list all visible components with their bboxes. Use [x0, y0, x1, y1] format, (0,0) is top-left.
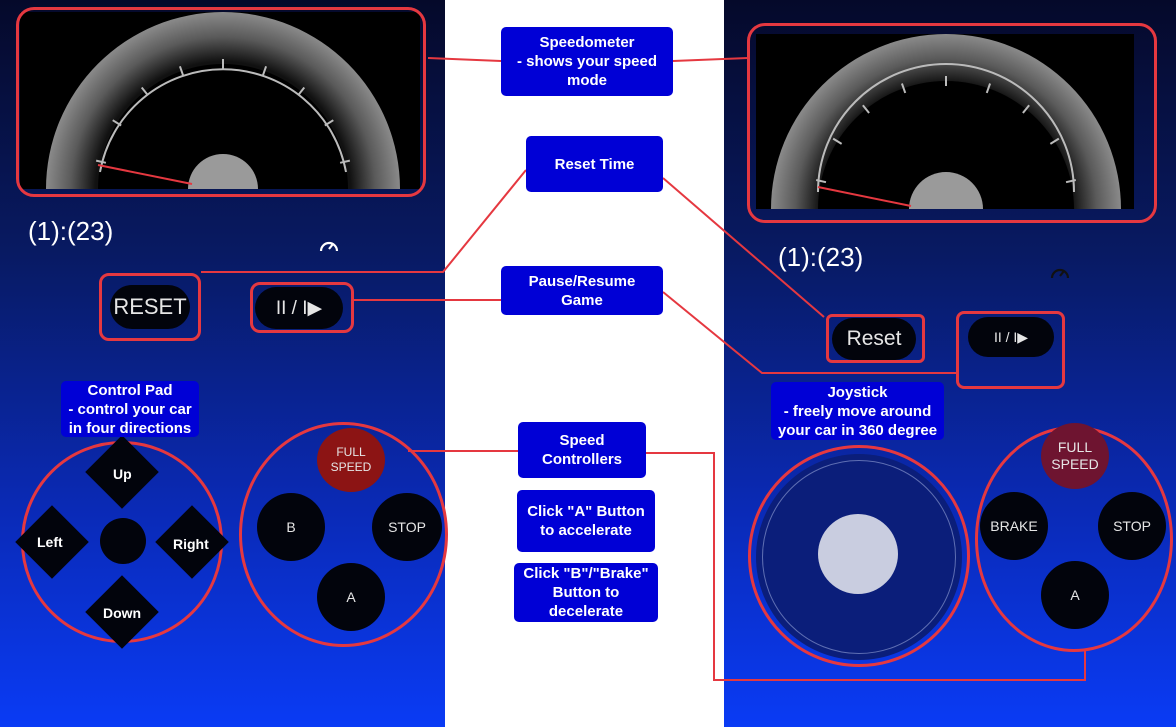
- dpad-center: [100, 518, 146, 564]
- left-full-speed-button[interactable]: FULL SPEED: [317, 428, 385, 492]
- right-stop-button[interactable]: STOP: [1098, 492, 1166, 560]
- left-b-button[interactable]: B: [257, 493, 325, 561]
- left-pause-highlight: [250, 282, 354, 333]
- left-a-button[interactable]: A: [317, 563, 385, 631]
- callout-reset-time: Reset Time: [526, 136, 663, 192]
- callout-control-pad: Control Pad - control your car in four d…: [61, 381, 199, 437]
- callout-click-a: Click "A" Button to accelerate: [517, 490, 655, 552]
- left-speedometer-highlight: [16, 7, 426, 197]
- right-brake-button[interactable]: BRAKE: [980, 492, 1048, 560]
- right-timer: (1):(23): [778, 242, 864, 272]
- right-reset-highlight: [826, 314, 925, 363]
- left-stop-button[interactable]: STOP: [372, 493, 442, 561]
- right-pause-highlight: [956, 311, 1065, 389]
- callout-click-b: Click "B"/"Brake" Button to decelerate: [514, 563, 658, 622]
- left-reset-highlight: [99, 273, 201, 341]
- callout-speed-controllers: Speed Controllers: [518, 422, 646, 478]
- dpad-right-label: Right: [173, 536, 209, 552]
- dpad-left-label: Left: [37, 534, 63, 550]
- left-timer: (1):(23): [28, 216, 114, 246]
- right-a-button[interactable]: A: [1041, 561, 1109, 629]
- dpad-up-label: Up: [113, 466, 132, 482]
- callout-speedometer: Speedometer - shows your speed mode: [501, 27, 673, 96]
- callout-pause-resume: Pause/Resume Game: [501, 266, 663, 315]
- speedometer-icon: [1049, 263, 1071, 281]
- joystick-highlight: [748, 445, 970, 667]
- right-full-speed-button[interactable]: FULL SPEED: [1041, 423, 1109, 489]
- callout-joystick: Joystick - freely move around your car i…: [771, 382, 944, 440]
- dpad-down-label: Down: [103, 605, 142, 621]
- right-speedometer-highlight: [747, 23, 1157, 223]
- speedometer-icon: [318, 236, 340, 254]
